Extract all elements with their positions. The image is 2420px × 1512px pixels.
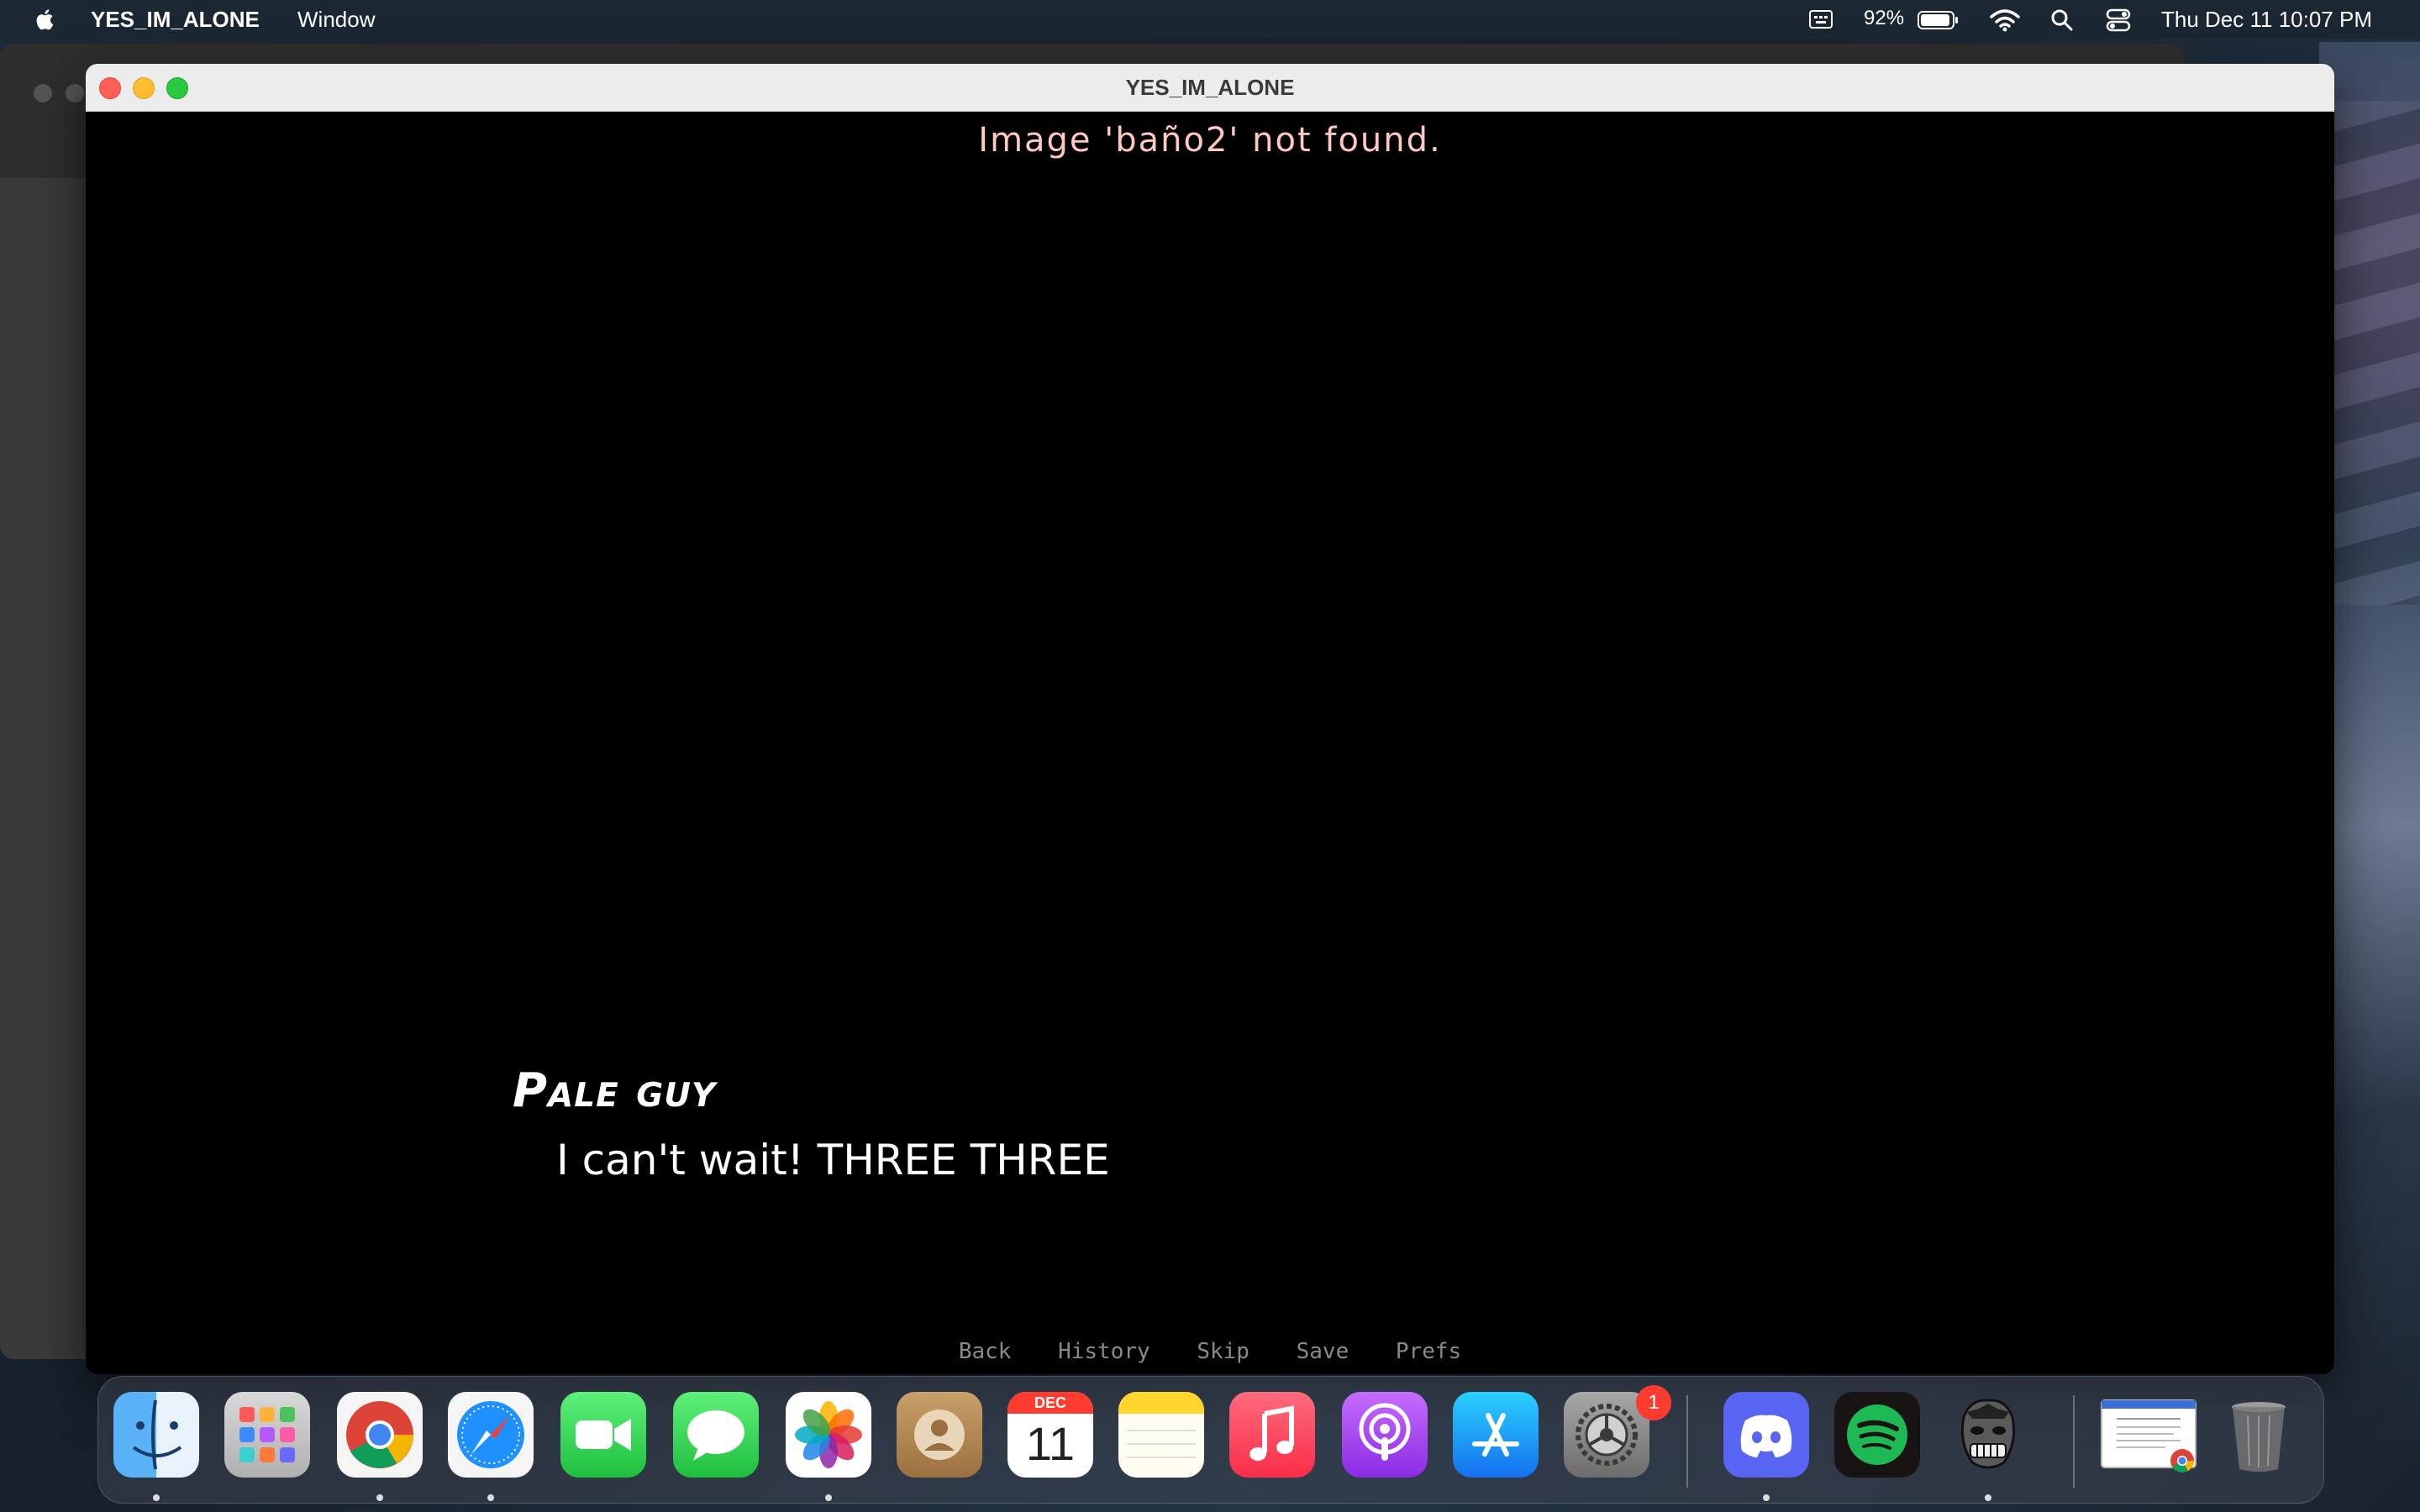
wallpaper-pattern (2319, 101, 2420, 605)
dock-separator (1686, 1395, 1688, 1488)
photos-running-dot (825, 1494, 832, 1501)
chrome-icon[interactable] (337, 1392, 423, 1478)
safari-icon[interactable] (448, 1392, 534, 1478)
speaker-name: Pale guy (513, 1063, 717, 1118)
document-thumbnail-icon[interactable] (2098, 1392, 2199, 1478)
quick-menu-save[interactable]: Save (1297, 1339, 1349, 1364)
safari-running-dot (487, 1494, 494, 1501)
quick-menu-skip[interactable]: Skip (1197, 1339, 1249, 1364)
messages-icon[interactable] (673, 1392, 759, 1478)
app-store-icon[interactable] (1453, 1392, 1539, 1478)
quick-menu-prefs[interactable]: Prefs (1396, 1339, 1461, 1364)
discord-icon[interactable] (1723, 1392, 1809, 1478)
quick-menu-history[interactable]: History (1058, 1339, 1150, 1364)
facetime-icon[interactable] (560, 1392, 646, 1478)
dock-separator (2073, 1395, 2075, 1488)
contacts-icon[interactable] (897, 1392, 982, 1478)
quick-menu-back[interactable]: Back (959, 1339, 1012, 1364)
music-icon[interactable] (1229, 1392, 1315, 1478)
window-title: YES_IM_ALONE (1125, 74, 1295, 100)
apple-icon[interactable] (34, 7, 57, 32)
window-close-button[interactable] (99, 77, 121, 99)
chrome-running-dot (376, 1494, 383, 1501)
window-minimize-button[interactable] (133, 77, 155, 99)
discord-running-dot (1763, 1494, 1770, 1501)
calendar-month: DEC (1007, 1392, 1093, 1414)
calendar-icon[interactable]: DEC 11 (1007, 1392, 1093, 1478)
menu-clock[interactable]: Thu Dec 11 10:07 PM (2161, 7, 2372, 33)
podcasts-icon[interactable] (1342, 1392, 1428, 1478)
dock: DEC 11 1 (97, 1376, 2324, 1504)
finder-icon[interactable] (113, 1392, 199, 1478)
game-running-dot (1985, 1494, 1991, 1501)
window-maximize-button[interactable] (166, 77, 188, 99)
battery-icon[interactable] (1918, 10, 1960, 30)
control-center-icon[interactable] (2106, 8, 2131, 32)
settings-notification-badge: 1 (1636, 1385, 1671, 1420)
game-window[interactable]: YES_IM_ALONE Image 'baño2' not found. Pa… (86, 64, 2334, 1374)
calendar-day: 11 (1025, 1417, 1076, 1470)
background-window-close[interactable] (34, 84, 52, 102)
notes-icon[interactable] (1118, 1392, 1204, 1478)
keyboard-input-icon[interactable] (1808, 8, 1833, 30)
background-window-minimize[interactable] (66, 84, 84, 102)
wifi-icon[interactable] (1990, 8, 2020, 32)
menu-app-name[interactable]: YES_IM_ALONE (91, 7, 260, 33)
game-icon[interactable] (1945, 1392, 2031, 1478)
spotify-icon[interactable] (1834, 1392, 1920, 1478)
menu-bar: YES_IM_ALONE Window 92% Thu Dec 11 10:07… (0, 0, 2420, 39)
spotlight-search-icon[interactable] (2050, 8, 2074, 32)
trash-icon[interactable] (2216, 1392, 2302, 1478)
menu-window[interactable]: Window (297, 7, 375, 33)
battery-percentage: 92% (1864, 7, 1905, 29)
finder-running-dot (153, 1494, 160, 1501)
launchpad-icon[interactable] (224, 1392, 310, 1478)
window-title-bar[interactable]: YES_IM_ALONE (86, 64, 2334, 112)
quick-menu: Back History Skip Save Prefs (86, 1339, 2334, 1364)
photos-icon[interactable] (786, 1392, 871, 1478)
dialogue-text[interactable]: I can't wait! THREE THREE (556, 1136, 1110, 1184)
image-error-message: Image 'baño2' not found. (978, 121, 1442, 160)
